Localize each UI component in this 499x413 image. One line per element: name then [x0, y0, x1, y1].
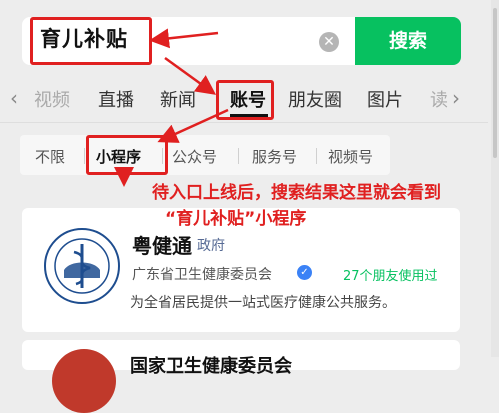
logo-icon	[52, 349, 116, 413]
annotation-text: 待入口上线后，搜索结果这里就会看到	[152, 183, 441, 203]
annotation-text: “育儿补贴”小程序	[165, 209, 307, 229]
